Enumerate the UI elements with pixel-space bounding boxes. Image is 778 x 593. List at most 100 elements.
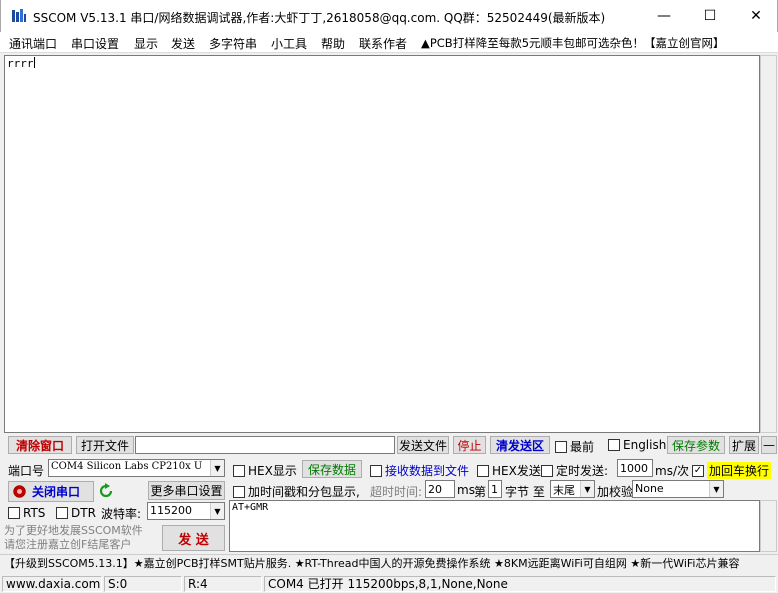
timestamp-label: 加时间戳和分包显示,	[248, 485, 360, 499]
title-bar: SSCOM V5.13.1 串口/网络数据调试器,作者:大虾丁丁,2618058…	[0, 0, 778, 32]
rts-box	[8, 507, 20, 519]
receive-scrollbar[interactable]	[760, 55, 777, 433]
checksum-select[interactable]: None ▼	[632, 480, 724, 498]
stop-button[interactable]: 停止	[453, 436, 486, 454]
recv-to-file-label: 接收数据到文件	[385, 464, 470, 478]
menu-tools[interactable]: 小工具	[271, 35, 307, 52]
status-website[interactable]: www.daxia.com	[2, 576, 102, 592]
hex-send-label: HEX发送	[492, 464, 541, 478]
more-settings-button[interactable]: 更多串口设置	[148, 481, 225, 500]
rts-checkbox[interactable]: RTS	[8, 506, 45, 520]
port-select-value: COM4 Silicon Labs CP210x U	[51, 461, 203, 472]
menu-pcb-promo[interactable]: ▲PCB打样降至每款5元顺丰包邮可选杂色！【嘉立创官网】	[421, 35, 725, 51]
chevron-down-icon: ▼	[210, 503, 224, 519]
baud-select[interactable]: 115200 ▼	[147, 502, 225, 520]
save-params-button[interactable]: 保存参数	[667, 436, 725, 454]
byte-prefix-label: 第	[474, 485, 487, 499]
timed-send-checkbox[interactable]: 定时发送:	[541, 462, 608, 479]
timeout-input[interactable]: 20	[425, 480, 455, 498]
send-file-button[interactable]: 发送文件	[397, 436, 449, 454]
send-text: AT+GMR	[232, 502, 269, 513]
timed-send-box	[541, 464, 553, 477]
add-crlf-checkbox[interactable]: ✓ 加回车换行	[692, 462, 772, 479]
send-button[interactable]: 发 送	[162, 525, 225, 551]
file-path-input[interactable]	[135, 436, 395, 454]
send-scrollbar[interactable]	[760, 500, 777, 552]
add-crlf-label: 加回车换行	[707, 462, 772, 479]
status-sent-count: S:0	[104, 576, 182, 592]
register-note: 为了更好地发展SSCOM软件 请您注册嘉立创F结尾客户	[4, 524, 154, 552]
chevron-down-icon: ▼	[210, 460, 224, 476]
expand-button[interactable]: 扩展	[729, 436, 759, 454]
menu-contact-author[interactable]: 联系作者	[359, 35, 407, 52]
status-bar: www.daxia.com S:0 R:4 COM4 已打开 115200bps…	[0, 575, 778, 593]
menu-help[interactable]: 帮助	[321, 35, 345, 52]
byte-mid-label: 字节 至	[505, 485, 545, 499]
clear-window-button[interactable]: 清除窗口	[8, 436, 72, 454]
byte-end-select[interactable]: 末尾 ▼	[550, 480, 595, 498]
topmost-checkbox[interactable]: 最前	[555, 438, 594, 455]
hex-display-label: HEX显示	[248, 464, 297, 478]
hex-send-checkbox[interactable]: HEX发送	[477, 462, 541, 479]
save-data-button[interactable]: 保存数据	[302, 460, 362, 478]
close-port-label: 关闭串口	[32, 485, 81, 499]
menu-multi-string[interactable]: 多字符串	[209, 35, 257, 52]
byte-index-input[interactable]: 1	[488, 480, 502, 498]
add-crlf-box: ✓	[692, 464, 704, 477]
receive-text: rrrr	[7, 57, 34, 70]
status-port-state: COM4 已打开 115200bps,8,1,None,None	[264, 576, 776, 592]
sscom-app-icon	[12, 9, 26, 22]
english-checkbox[interactable]: English	[608, 438, 666, 452]
dtr-checkbox[interactable]: DTR	[56, 506, 96, 520]
dtr-label: DTR	[71, 506, 96, 520]
open-file-button[interactable]: 打开文件	[76, 436, 134, 454]
promo-ticker-text: 【升级到SSCOM5.13.1】★嘉立创PCB打样SMT贴片服务. ★RT-Th…	[4, 557, 740, 570]
chevron-down-icon: ▼	[580, 481, 594, 497]
port-select[interactable]: COM4 Silicon Labs CP210x U ▼	[48, 459, 225, 477]
maximize-button[interactable]: ☐	[687, 0, 733, 32]
collapse-button[interactable]: —	[761, 436, 777, 454]
timeout-unit-label: ms	[457, 483, 475, 497]
topmost-box	[555, 440, 567, 453]
port-status-icon	[13, 485, 26, 498]
checksum-label: 加校验	[597, 485, 634, 499]
timestamp-checkbox[interactable]: 加时间戳和分包显示,	[233, 483, 360, 500]
timestamp-box	[233, 485, 245, 498]
baud-value: 115200	[150, 504, 192, 517]
hex-send-box	[477, 464, 489, 477]
chevron-down-icon: ▼	[709, 481, 723, 497]
text-caret	[33, 57, 35, 68]
english-label: English	[623, 438, 667, 452]
recv-to-file-checkbox[interactable]: 接收数据到文件	[370, 462, 469, 479]
refresh-icon[interactable]	[98, 483, 114, 499]
register-note-text: 为了更好地发展SSCOM软件 请您注册嘉立创F结尾客户	[4, 524, 143, 551]
close-port-button[interactable]: 关闭串口	[8, 481, 94, 502]
clear-send-button[interactable]: 清发送区	[490, 436, 550, 454]
menu-send[interactable]: 发送	[171, 35, 195, 52]
close-button[interactable]: ✕	[733, 0, 778, 32]
byte-end-value: 末尾	[553, 484, 575, 497]
status-received-count: R:4	[184, 576, 262, 592]
minimize-button[interactable]: —	[641, 0, 687, 32]
hex-display-checkbox[interactable]: HEX显示	[233, 462, 297, 479]
receive-textarea[interactable]: rrrr	[4, 55, 760, 433]
baud-label: 波特率:	[101, 507, 142, 521]
timed-send-label: 定时发送:	[556, 464, 609, 478]
english-box	[608, 439, 620, 451]
send-textarea[interactable]: AT+GMR	[229, 500, 760, 552]
port-label: 端口号	[8, 464, 45, 478]
timed-interval-input[interactable]: 1000	[617, 459, 653, 477]
rts-label: RTS	[23, 506, 46, 520]
topmost-label: 最前	[570, 440, 595, 454]
checksum-value: None	[635, 482, 664, 495]
timed-unit-label: ms/次	[655, 464, 689, 478]
timeout-label: 超时时间:	[370, 485, 423, 499]
menu-display[interactable]: 显示	[134, 35, 158, 52]
hex-display-box	[233, 464, 245, 477]
promo-ticker[interactable]: 【升级到SSCOM5.13.1】★嘉立创PCB打样SMT贴片服务. ★RT-Th…	[0, 554, 778, 574]
menu-serial-settings[interactable]: 串口设置	[71, 35, 119, 52]
window-title: SSCOM V5.13.1 串口/网络数据调试器,作者:大虾丁丁,2618058…	[33, 11, 606, 25]
menu-bar: 通讯端口 串口设置 显示 发送 多字符串 小工具 帮助 联系作者 ▲PCB打样降…	[0, 32, 778, 53]
menu-comm-port[interactable]: 通讯端口	[9, 35, 57, 52]
dtr-box	[56, 507, 68, 519]
